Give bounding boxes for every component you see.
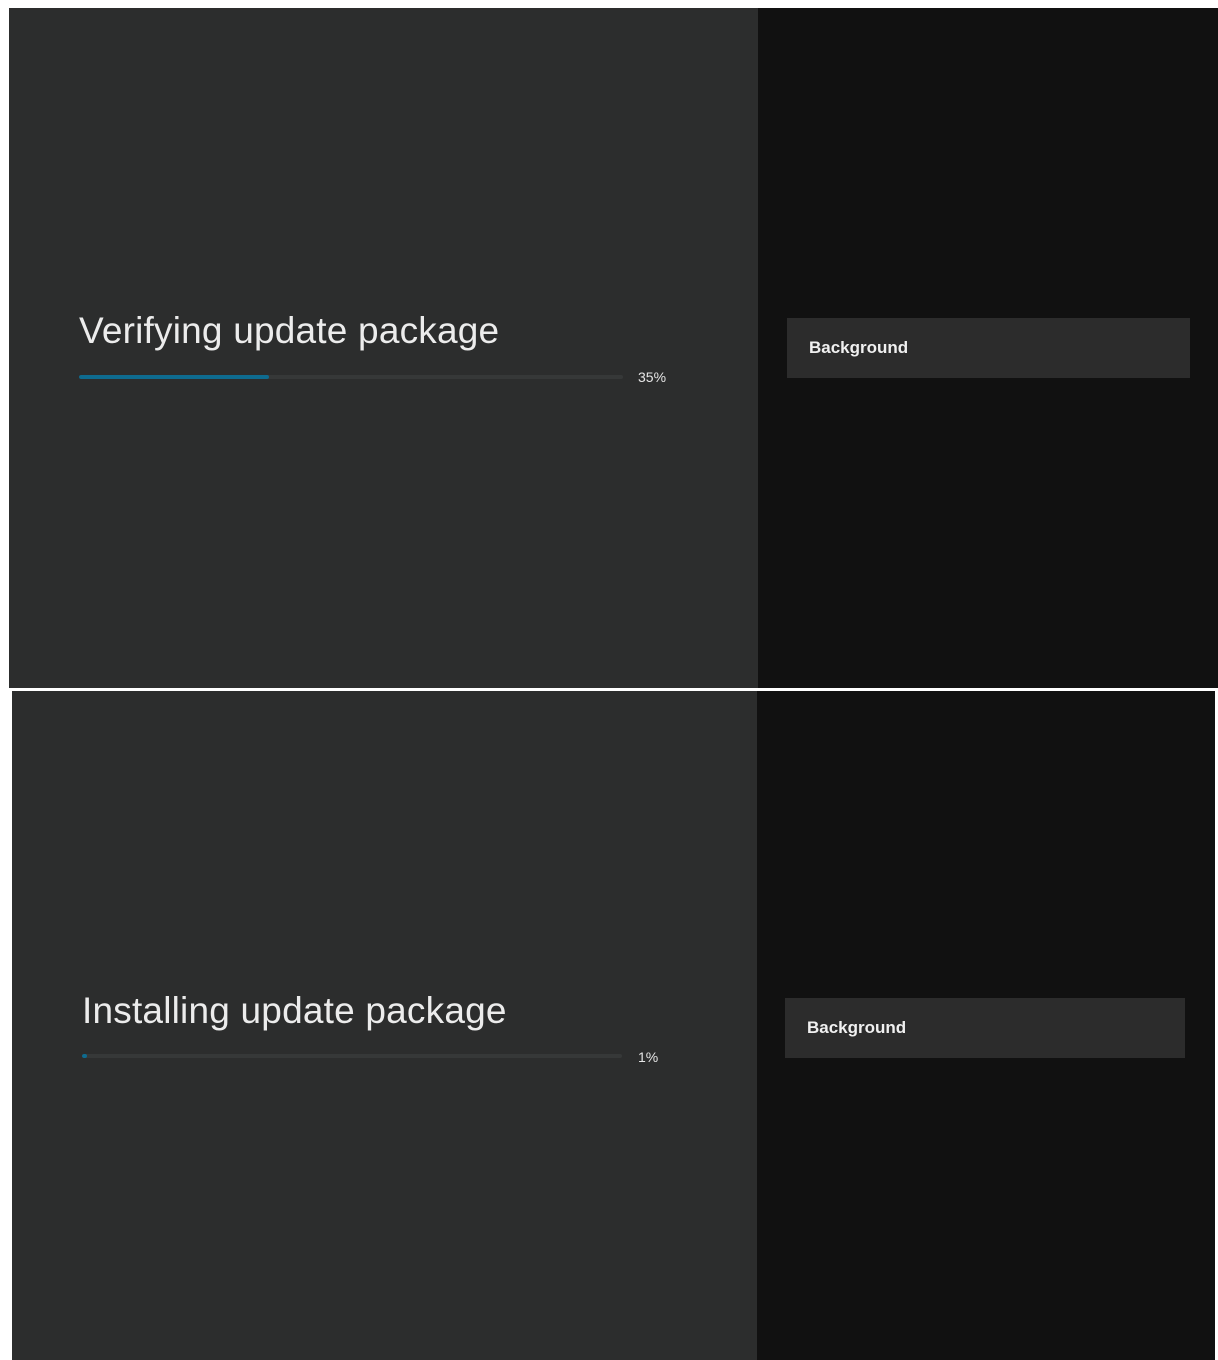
status-panel: Installing update package 1% (12, 691, 757, 1360)
progress-percent-label: 35% (638, 369, 667, 385)
update-screen-verifying: Verifying update package 35% Background (9, 8, 1218, 688)
progress-bar (79, 375, 623, 379)
progress-bar (82, 1054, 622, 1058)
update-screen-installing: Installing update package 1% Background (12, 691, 1215, 1360)
side-panel: Background (757, 691, 1215, 1360)
progress-fill (79, 375, 270, 379)
side-panel: Background (758, 8, 1218, 688)
status-title: Verifying update package (79, 310, 500, 351)
background-button[interactable]: Background (785, 998, 1185, 1058)
status-title: Installing update package (82, 990, 507, 1031)
background-button[interactable]: Background (787, 318, 1190, 378)
progress-fill (82, 1054, 88, 1058)
status-panel: Verifying update package 35% (9, 8, 758, 688)
progress-percent-label: 1% (638, 1049, 659, 1065)
